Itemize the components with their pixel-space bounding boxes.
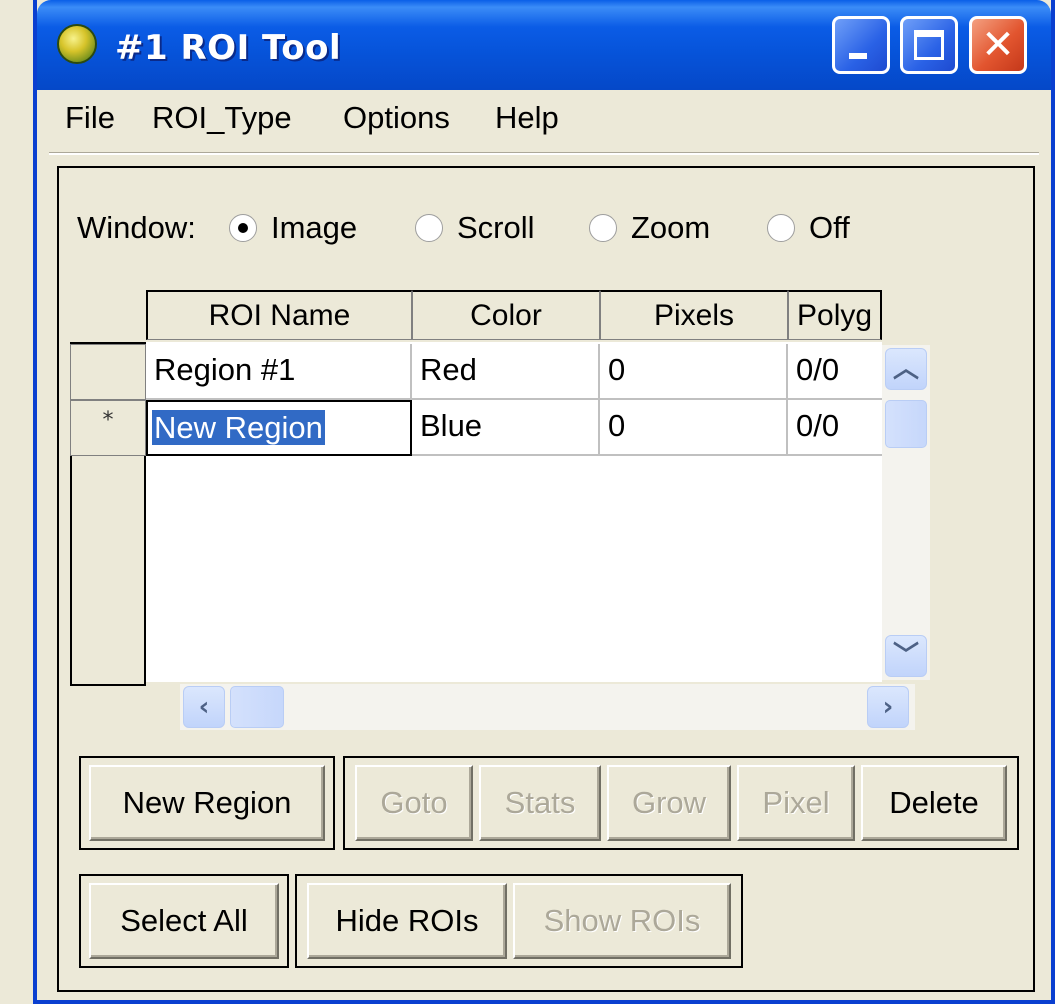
radio-off-label[interactable]: Off [809,210,850,246]
table-cell-color[interactable]: Red [412,344,600,400]
table-cell-polygons[interactable]: 0/0 [788,400,882,456]
column-header-color[interactable]: Color [412,290,600,340]
column-header-polygons[interactable]: Polyg [788,290,882,340]
radio-off-circle[interactable] [767,214,795,242]
hide-rois-button[interactable]: Hide ROIs [307,883,507,959]
vertical-scroll-thumb[interactable] [885,400,927,448]
maximize-button[interactable] [900,16,958,74]
table-cell-polygons[interactable]: 0/0 [788,344,882,400]
table-cell-name-editing[interactable]: New Region [146,400,412,456]
app-globe-icon [57,24,97,64]
column-header-pixels[interactable]: Pixels [600,290,788,340]
table-cell-color[interactable]: Blue [412,400,600,456]
radio-image-label[interactable]: Image [271,210,357,246]
column-header-roi-name[interactable]: ROI Name [146,290,412,340]
scroll-right-icon[interactable]: › [867,686,909,728]
maximize-icon [914,30,944,60]
stats-button[interactable]: Stats [479,765,601,841]
show-rois-button[interactable]: Show ROIs [513,883,731,959]
minimize-icon [849,53,867,59]
roi-table: ROI Name Color Pixels Polyg * Region #1 … [70,288,882,688]
horizontal-scroll-thumb[interactable] [230,686,284,728]
table-cell-pixels[interactable]: 0 [600,400,788,456]
radio-zoom-circle[interactable] [589,214,617,242]
menu-options[interactable]: Options [343,100,450,136]
selected-name-text[interactable]: New Region [152,410,325,445]
table-cell-pixels[interactable]: 0 [600,344,788,400]
window-label: Window: [77,210,196,245]
radio-scroll-label[interactable]: Scroll [457,210,535,246]
row-header-2[interactable]: * [70,400,146,456]
window-title: #1 ROI Tool [115,28,342,68]
select-all-button[interactable]: Select All [89,883,279,959]
close-icon: ✕ [981,22,1015,68]
radio-selected-dot [238,223,248,233]
menu-roi-type[interactable]: ROI_Type [152,100,292,136]
horizontal-scrollbar[interactable]: ‹ › [180,684,915,730]
goto-button[interactable]: Goto [355,765,473,841]
delete-button[interactable]: Delete [861,765,1007,841]
table-cell-name[interactable]: Region #1 [146,344,412,400]
scroll-down-icon[interactable]: ﹀ [885,635,927,677]
menu-bar: File ROI_Type Options Help [37,90,1051,150]
menu-help[interactable]: Help [495,100,559,136]
radio-zoom-label[interactable]: Zoom [631,210,710,246]
menu-divider [49,152,1039,155]
vertical-scrollbar[interactable]: ︿ ﹀ [882,345,930,680]
scroll-left-icon[interactable]: ‹ [183,686,225,728]
scroll-up-icon[interactable]: ︿ [885,348,927,390]
menu-file[interactable]: File [65,100,115,136]
roi-tool-window: #1 ROI Tool ✕ File ROI_Type Options Help… [33,0,1055,1004]
minimize-button[interactable] [832,16,890,74]
title-bar[interactable]: #1 ROI Tool ✕ [37,0,1051,90]
close-button[interactable]: ✕ [969,16,1027,74]
row-header-1[interactable] [70,344,146,400]
new-region-button[interactable]: New Region [89,765,325,841]
grow-button[interactable]: Grow [607,765,731,841]
radio-image-circle[interactable] [229,214,257,242]
radio-scroll-circle[interactable] [415,214,443,242]
pixel-button[interactable]: Pixel [737,765,855,841]
